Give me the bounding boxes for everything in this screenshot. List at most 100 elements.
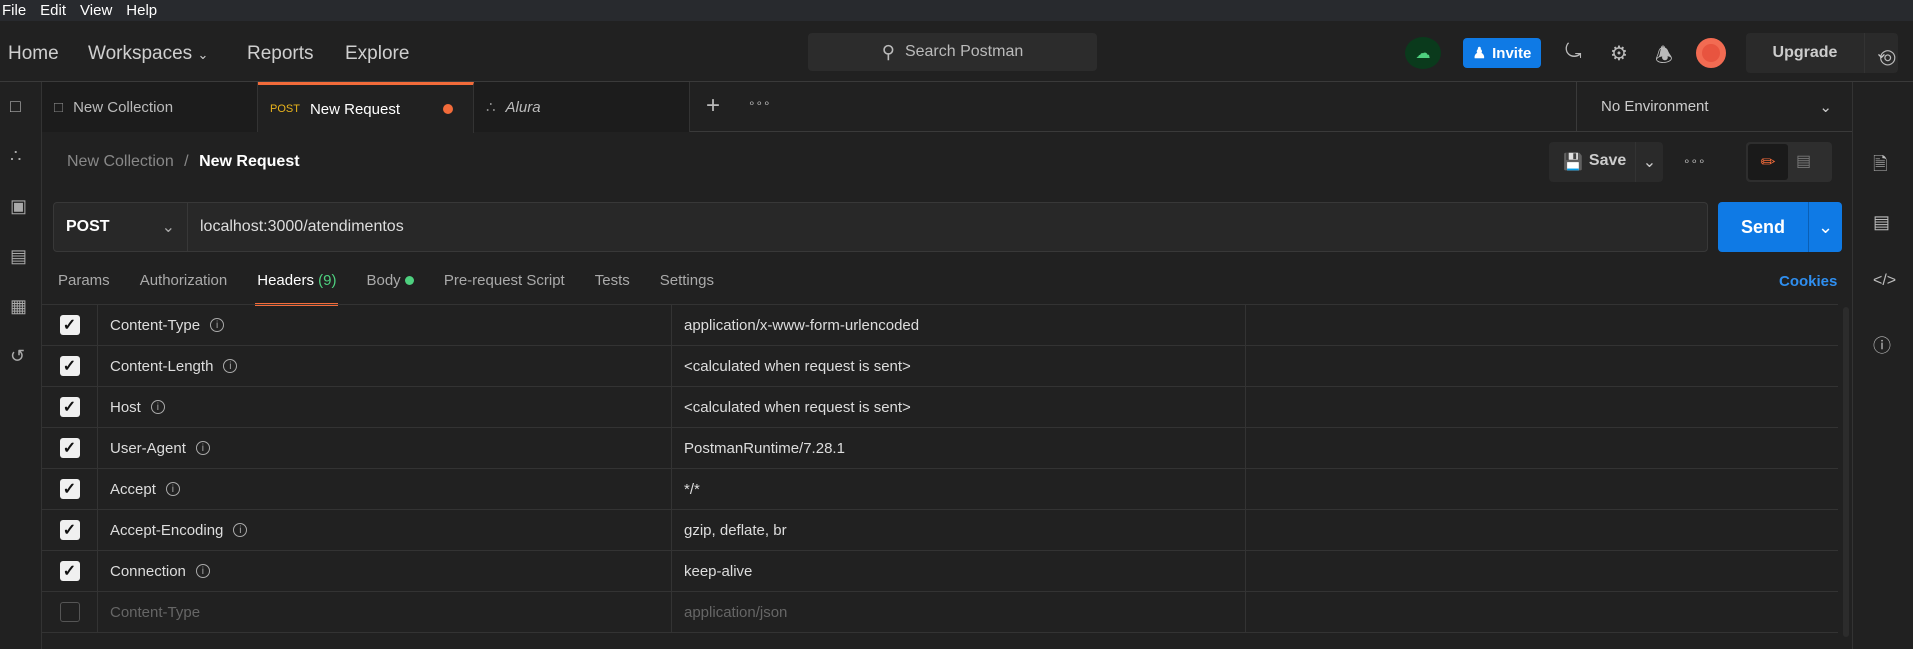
save-button[interactable]: 💾 Save ⌄	[1549, 142, 1663, 182]
info-icon[interactable]: i	[150, 400, 165, 414]
history-icon[interactable]: ↺	[10, 346, 25, 367]
key-cell[interactable]: Accept-Encoding i	[98, 510, 672, 550]
tab-settings[interactable]: Settings	[660, 272, 714, 302]
info-icon[interactable]: ⓘ	[1873, 332, 1891, 358]
cookies-link[interactable]: Cookies	[1779, 273, 1837, 290]
invite-button[interactable]: ♟ Invite	[1463, 38, 1541, 68]
bell-icon[interactable]: 🕭	[1655, 41, 1673, 75]
checkbox-cell: ✓	[42, 551, 98, 591]
info-icon[interactable]: i	[223, 359, 238, 373]
search-icon: ⚲	[881, 41, 895, 62]
value-placeholder: application/json	[684, 603, 788, 621]
key-cell[interactable]: Content-Length i	[98, 346, 672, 386]
header-checkbox[interactable]	[59, 602, 80, 622]
comment-icon[interactable]: ▤	[1796, 151, 1811, 171]
table-row: ✓ Connection i keep-alive	[42, 551, 1838, 592]
key-input[interactable]: Content-Type	[98, 592, 672, 632]
more-options-icon[interactable]: ∘∘∘	[1683, 154, 1706, 168]
menu-view[interactable]: View	[80, 2, 112, 19]
menu-file[interactable]: File	[2, 2, 26, 19]
value-input[interactable]: application/json	[672, 592, 1246, 632]
info-icon[interactable]: i	[210, 318, 225, 332]
chevron-down-icon: ⌄	[197, 47, 209, 62]
apis-icon[interactable]: ∴	[10, 146, 21, 167]
value-cell[interactable]: PostmanRuntime/7.28.1	[672, 428, 1246, 468]
breadcrumb-parent[interactable]: New Collection	[67, 153, 174, 170]
search-input[interactable]: ⚲ Search Postman	[808, 33, 1097, 71]
header-checkbox[interactable]: ✓	[59, 561, 80, 581]
header-checkbox[interactable]: ✓	[59, 356, 80, 376]
header-checkbox[interactable]: ✓	[59, 315, 80, 335]
info-icon[interactable]: i	[233, 523, 248, 537]
body-dot-icon	[404, 276, 414, 285]
scrollbar[interactable]	[1843, 307, 1849, 637]
value-cell[interactable]: <calculated when request is sent>	[672, 346, 1246, 386]
breadcrumb: New Collection / New Request	[67, 153, 300, 171]
checkbox-cell: ✓	[42, 346, 98, 386]
environment-quick-look-icon[interactable]: ◎	[1879, 44, 1896, 69]
save-label: Save	[1588, 152, 1627, 169]
avatar[interactable]	[1696, 38, 1726, 68]
gear-icon[interactable]: ⚙	[1610, 41, 1628, 66]
header-checkbox[interactable]: ✓	[59, 479, 80, 499]
sync-status-icon[interactable]: ☁	[1405, 37, 1441, 69]
chevron-down-icon[interactable]: ⌄	[1635, 142, 1663, 182]
documentation-icon[interactable]: 🗎	[1873, 152, 1887, 182]
monitors-icon[interactable]: ▦	[10, 296, 27, 317]
new-tab-plus-icon[interactable]: +	[706, 92, 720, 120]
tab-headers[interactable]: Headers (9)	[255, 272, 339, 306]
value-cell[interactable]: application/x-www-form-urlencoded	[672, 305, 1246, 345]
nav-home[interactable]: Home	[8, 43, 59, 65]
headers-table: ✓ Content-Type i application/x-www-form-u…	[42, 304, 1838, 633]
url-input[interactable]: localhost:3000/atendimentos	[188, 218, 404, 236]
tab-tests[interactable]: Tests	[595, 272, 630, 302]
table-row: ✓ Host i <calculated when request is sent…	[42, 387, 1838, 428]
upgrade-button[interactable]: Upgrade ⌄	[1746, 33, 1898, 73]
value-cell[interactable]: keep-alive	[672, 551, 1246, 591]
method-select[interactable]: POST ⌄	[54, 203, 188, 251]
method-value: POST	[66, 218, 110, 235]
key-cell[interactable]: Content-Type i	[98, 305, 672, 345]
satellite-icon[interactable]: ⤿	[1565, 41, 1582, 64]
key-cell[interactable]: Host i	[98, 387, 672, 427]
info-icon[interactable]: i	[195, 441, 210, 455]
tab-pre-request-script[interactable]: Pre-request Script	[444, 272, 565, 302]
tab-body[interactable]: Body	[366, 272, 414, 302]
menu-edit[interactable]: Edit	[40, 2, 66, 19]
nav-explore[interactable]: Explore	[345, 43, 409, 65]
key-cell[interactable]: User-Agent i	[98, 428, 672, 468]
nav-reports[interactable]: Reports	[247, 43, 314, 65]
environments-icon[interactable]: ▤	[10, 246, 27, 267]
checkbox-cell: ✓	[42, 469, 98, 509]
menu-help[interactable]: Help	[126, 2, 157, 19]
checkbox-cell: ✓	[42, 387, 98, 427]
info-icon[interactable]: i	[195, 564, 210, 578]
value-cell[interactable]: <calculated when request is sent>	[672, 387, 1246, 427]
tab-alura[interactable]: ∴ Alura	[474, 82, 690, 132]
key-cell[interactable]: Accept i	[98, 469, 672, 509]
header-key: Accept	[110, 480, 156, 498]
mock-servers-icon[interactable]: ▣	[10, 196, 27, 217]
tab-new-request[interactable]: POST New Request	[258, 82, 474, 133]
more-options-icon[interactable]: ∘∘∘	[748, 96, 771, 110]
key-cell[interactable]: Connection i	[98, 551, 672, 591]
send-button[interactable]: Send ⌄	[1718, 202, 1842, 252]
nav-workspaces[interactable]: Workspaces ⌄	[88, 43, 208, 65]
info-icon[interactable]: i	[165, 482, 180, 496]
tab-authorization[interactable]: Authorization	[140, 272, 228, 302]
tab-new-collection[interactable]: □ New Collection	[42, 82, 258, 132]
value-cell[interactable]: */*	[672, 469, 1246, 509]
header-checkbox[interactable]: ✓	[59, 397, 80, 417]
table-row: ✓ Content-Length i <calculated when reque…	[42, 346, 1838, 387]
header-checkbox[interactable]: ✓	[59, 520, 80, 540]
chevron-down-icon: ⌄	[161, 219, 175, 236]
comments-icon[interactable]: ▤	[1873, 212, 1890, 233]
header-checkbox[interactable]: ✓	[59, 438, 80, 458]
code-icon[interactable]: </>	[1873, 272, 1896, 290]
collections-icon[interactable]: □	[10, 96, 21, 117]
value-cell[interactable]: gzip, deflate, br	[672, 510, 1246, 550]
environment-selector[interactable]: No Environment ⌄	[1576, 82, 1852, 132]
edit-pencil-icon[interactable]: ✏	[1748, 144, 1788, 180]
chevron-down-icon[interactable]: ⌄	[1808, 202, 1842, 252]
tab-params[interactable]: Params	[58, 272, 110, 302]
